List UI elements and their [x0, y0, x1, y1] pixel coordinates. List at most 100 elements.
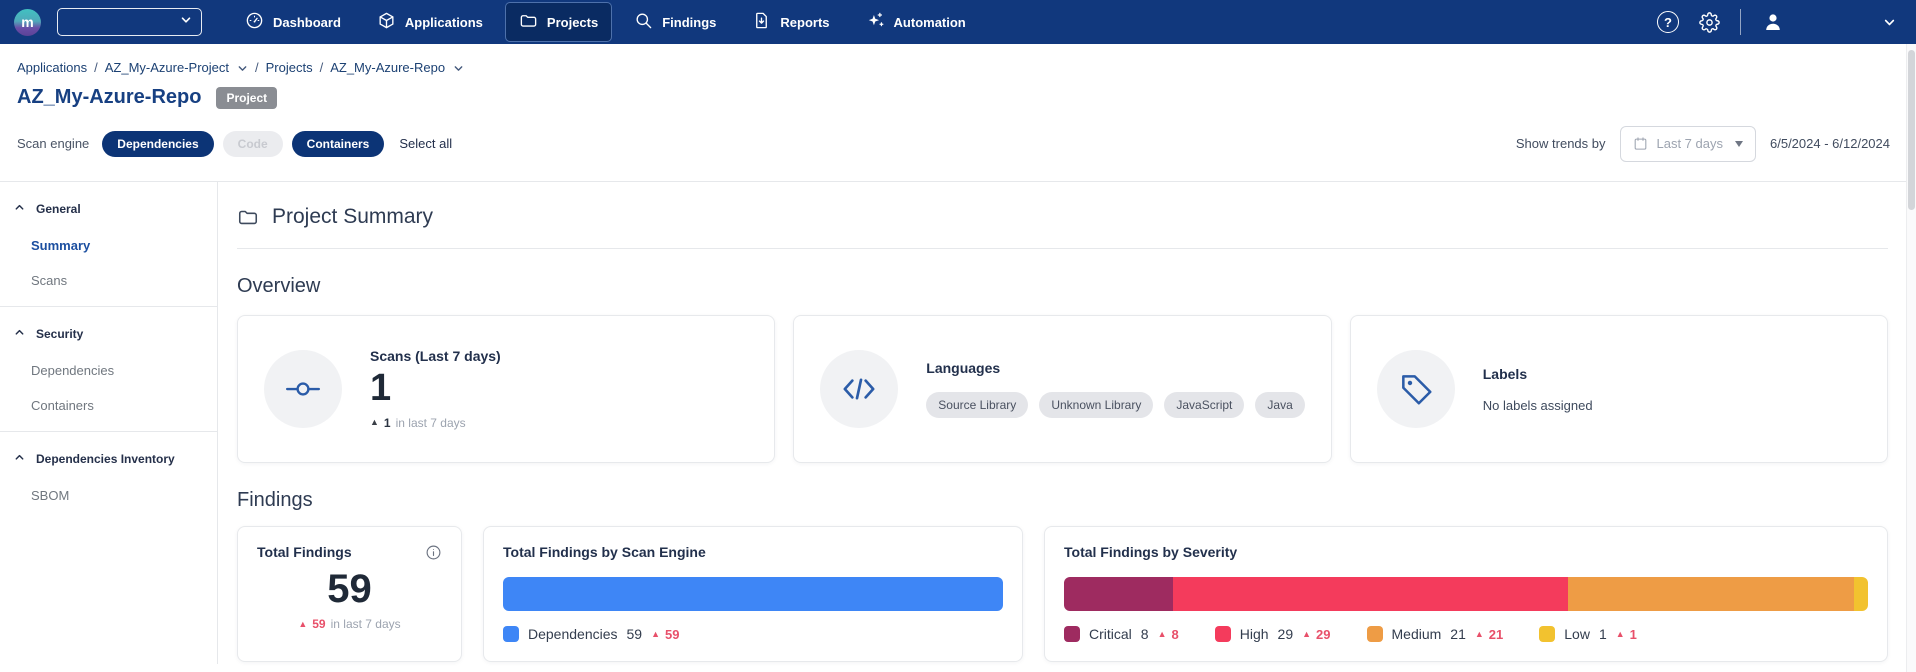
sidebar-item-summary[interactable]: Summary — [0, 228, 217, 263]
search-icon — [634, 11, 653, 33]
legend-dependencies: Dependencies 59 ▲ 59 — [503, 626, 679, 642]
help-icon[interactable]: ? — [1657, 11, 1679, 33]
labels-empty-text: No labels assigned — [1483, 398, 1593, 413]
nav-item-projects[interactable]: Projects — [506, 3, 611, 41]
nav-item-applications[interactable]: Applications — [364, 3, 496, 41]
chevron-down-icon[interactable] — [453, 63, 464, 74]
scans-trend-suffix: in last 7 days — [396, 416, 466, 430]
nav-item-label: Projects — [547, 15, 598, 30]
languages-card: Languages Source Library Unknown Library… — [793, 315, 1331, 463]
trend-up-icon: ▲ — [1302, 630, 1311, 639]
code-icon — [820, 350, 898, 428]
sparkles-icon — [866, 11, 885, 33]
bar-segment-medium — [1568, 577, 1854, 611]
show-trends-label: Show trends by — [1516, 136, 1606, 151]
legend-high: High 29 ▲ 29 — [1215, 626, 1331, 642]
nav-item-label: Findings — [662, 15, 716, 30]
trend-up-icon: ▲ — [1475, 630, 1484, 639]
scans-trend-value: 1 — [384, 416, 391, 430]
sidebar-divider — [0, 306, 217, 307]
main-panel: Project Summary Overview Scans (Last 7 d… — [218, 182, 1916, 664]
nav-item-label: Applications — [405, 15, 483, 30]
date-range-text: 6/5/2024 - 6/12/2024 — [1770, 136, 1890, 151]
mend-logo[interactable]: m — [14, 9, 41, 36]
select-all-link[interactable]: Select all — [399, 136, 452, 151]
findings-by-severity-card: Total Findings by Severity Critical 8 ▲ … — [1044, 526, 1888, 662]
language-tag: JavaScript — [1164, 392, 1244, 418]
by-severity-title: Total Findings by Severity — [1064, 544, 1237, 560]
sidebar-section-dependencies-inventory[interactable]: Dependencies Inventory — [0, 440, 217, 478]
overview-cards: Scans (Last 7 days) 1 ▲ 1 in last 7 days… — [237, 315, 1888, 463]
sidebar-divider — [0, 431, 217, 432]
findings-cards: Total Findings 59 ▲ 59 in last 7 days To… — [237, 526, 1888, 662]
nav-item-reports[interactable]: Reports — [739, 3, 842, 41]
project-summary-title: Project Summary — [272, 205, 433, 229]
title-row: AZ_My-Azure-Repo Project — [0, 75, 1916, 109]
nav-item-automation[interactable]: Automation — [853, 3, 979, 41]
chevron-up-icon — [14, 327, 25, 341]
gauge-icon — [245, 11, 264, 33]
legend-value: 8 — [1141, 626, 1149, 642]
breadcrumb-project-name[interactable]: AZ_My-Azure-Repo — [330, 60, 445, 75]
sidebar-item-containers[interactable]: Containers — [0, 388, 217, 423]
sidebar-item-dependencies[interactable]: Dependencies — [0, 353, 217, 388]
account-chevron-down-icon[interactable] — [1883, 16, 1896, 29]
trends-period-dropdown[interactable]: Last 7 days — [1620, 126, 1757, 162]
breadcrumb-application-name[interactable]: AZ_My-Azure-Project — [105, 60, 229, 75]
scans-card: Scans (Last 7 days) 1 ▲ 1 in last 7 days — [237, 315, 775, 463]
toggle-code[interactable]: Code — [223, 131, 283, 157]
trends-controls: Show trends by Last 7 days 6/5/2024 - 6/… — [1516, 126, 1890, 162]
total-findings-trend-value: 59 — [312, 617, 325, 631]
sidebar: General Summary Scans Security Dependenc… — [0, 182, 218, 664]
legend-medium: Medium 21 ▲ 21 — [1367, 626, 1504, 642]
tag-icon — [1377, 350, 1455, 428]
nav-item-findings[interactable]: Findings — [621, 3, 729, 41]
sidebar-item-sbom[interactable]: SBOM — [0, 478, 217, 513]
org-selector-dropdown[interactable] — [57, 8, 202, 36]
toggle-dependencies[interactable]: Dependencies — [102, 131, 213, 157]
scans-card-title: Scans (Last 7 days) — [370, 348, 501, 364]
language-tag: Java — [1255, 392, 1304, 418]
sidebar-section-general[interactable]: General — [0, 190, 217, 228]
scan-engine-bar — [503, 577, 1003, 611]
chevron-down-icon — [180, 13, 192, 31]
scans-trend: ▲ 1 in last 7 days — [370, 416, 501, 430]
legend-critical: Critical 8 ▲ 8 — [1064, 626, 1179, 642]
scan-engine-toggles: Dependencies Code Containers — [102, 131, 384, 157]
toggle-containers[interactable]: Containers — [292, 131, 385, 157]
legend-swatch — [1539, 626, 1555, 642]
scrollbar-thumb[interactable] — [1908, 50, 1915, 210]
sidebar-section-security[interactable]: Security — [0, 315, 217, 353]
legend-label: Critical — [1089, 626, 1132, 642]
top-navbar: m Dashboard Applications Projects — [0, 0, 1916, 44]
chevron-up-icon — [14, 202, 25, 216]
findings-heading: Findings — [237, 489, 1888, 512]
page-title: AZ_My-Azure-Repo — [17, 86, 201, 109]
breadcrumb-applications[interactable]: Applications — [17, 60, 87, 75]
primary-nav: Dashboard Applications Projects Findings… — [232, 3, 979, 41]
gear-icon[interactable] — [1699, 12, 1720, 33]
info-icon[interactable] — [425, 544, 442, 561]
breadcrumb-separator: / — [94, 60, 98, 75]
legend-value: 59 — [627, 626, 643, 642]
scans-count: 1 — [370, 366, 501, 412]
languages-card-title: Languages — [926, 360, 1304, 376]
user-avatar-icon[interactable] — [1761, 10, 1785, 34]
trend-up-icon: ▲ — [370, 418, 379, 427]
project-summary-header: Project Summary — [237, 205, 1888, 229]
sidebar-item-scans[interactable]: Scans — [0, 263, 217, 298]
legend-trend-value: 59 — [665, 627, 679, 642]
trend-up-icon: ▲ — [1158, 630, 1167, 639]
project-type-badge: Project — [216, 87, 277, 109]
chevron-down-icon — [1735, 141, 1743, 147]
filter-row: Scan engine Dependencies Code Containers… — [0, 109, 1916, 163]
nav-item-dashboard[interactable]: Dashboard — [232, 3, 354, 41]
chevron-down-icon[interactable] — [237, 63, 248, 74]
sidebar-section-label: Security — [36, 327, 83, 341]
scrollbar-track[interactable] — [1906, 44, 1916, 672]
legend-swatch — [503, 626, 519, 642]
total-findings-trend-suffix: in last 7 days — [331, 617, 401, 631]
breadcrumb-projects[interactable]: Projects — [266, 60, 313, 75]
labels-card: Labels No labels assigned — [1350, 315, 1888, 463]
bar-segment-low — [1854, 577, 1868, 611]
